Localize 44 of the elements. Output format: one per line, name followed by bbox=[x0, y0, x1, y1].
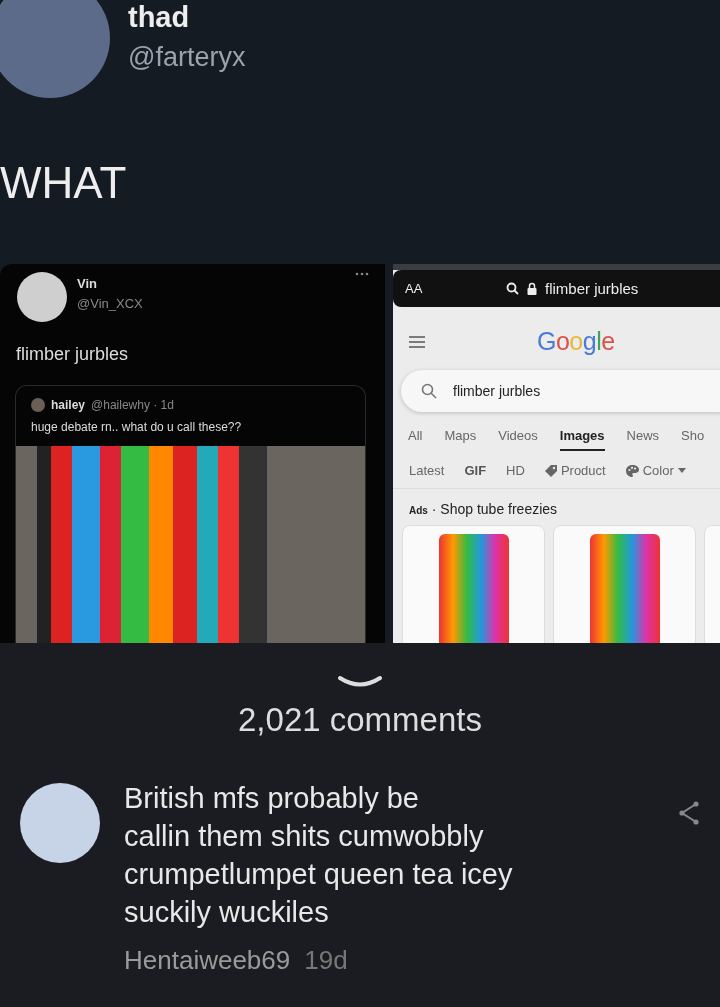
tweet-text: flimber jurbles bbox=[16, 344, 130, 365]
user-name: thad bbox=[128, 0, 191, 34]
address-bar[interactable]: AA flimber jurbles bbox=[393, 270, 720, 307]
search-tab[interactable]: All bbox=[408, 428, 423, 451]
filter-chip[interactable]: HD bbox=[506, 463, 525, 478]
product-card[interactable] bbox=[553, 525, 696, 643]
user-name: hailey bbox=[51, 398, 86, 412]
search-tab[interactable]: Videos bbox=[498, 428, 538, 451]
search-tab[interactable]: News bbox=[626, 428, 660, 451]
post-text: WHAT bbox=[0, 158, 128, 208]
tweet-text: huge debate rn.. what do u call these?? bbox=[31, 420, 243, 434]
tweet-meta: @hailewhy · 1d bbox=[91, 398, 174, 412]
comment-age: 19d bbox=[304, 945, 348, 976]
menu-icon[interactable] bbox=[409, 335, 425, 348]
avatar bbox=[31, 398, 45, 412]
more-icon bbox=[355, 272, 369, 276]
filter-chip[interactable]: Latest bbox=[409, 463, 445, 478]
search-tab[interactable]: Sho bbox=[681, 428, 705, 451]
search-field[interactable]: flimber jurbles bbox=[401, 370, 720, 412]
comment-count: 2,021 comments bbox=[238, 701, 482, 739]
avatar bbox=[17, 272, 67, 322]
filter-chip[interactable]: Color bbox=[625, 463, 686, 478]
ads-heading: Ads · Shop tube freezies bbox=[409, 501, 559, 517]
text-size-button[interactable]: AA bbox=[405, 281, 423, 296]
user-handle: @farteryx bbox=[128, 41, 246, 74]
google-logo: Google bbox=[537, 327, 615, 356]
palette-icon bbox=[625, 464, 639, 477]
comment-text: British mfs probably be callin them shits cumwobbly crumpetlumpet queen tea icey suckily wuckiles bbox=[124, 781, 514, 930]
filter-chip[interactable]: GIF bbox=[464, 463, 487, 478]
search-icon bbox=[421, 383, 437, 399]
product-card[interactable] bbox=[402, 525, 545, 643]
filter-chip[interactable]: Product bbox=[544, 463, 606, 478]
lock-icon bbox=[527, 282, 537, 295]
user-name: Vin bbox=[77, 276, 98, 291]
share-icon[interactable] bbox=[678, 801, 700, 825]
user-handle: @Vin_XCX bbox=[77, 296, 144, 311]
search-tab[interactable]: Images bbox=[559, 428, 605, 451]
tag-icon bbox=[544, 464, 557, 477]
search-icon bbox=[506, 282, 519, 295]
address-text: flimber jurbles bbox=[545, 280, 639, 297]
search-tab[interactable]: Maps bbox=[444, 428, 477, 451]
chevron-icon[interactable] bbox=[338, 675, 382, 689]
caret-icon bbox=[677, 468, 686, 473]
comment-author[interactable]: Hentaiweeb69 bbox=[124, 945, 291, 976]
